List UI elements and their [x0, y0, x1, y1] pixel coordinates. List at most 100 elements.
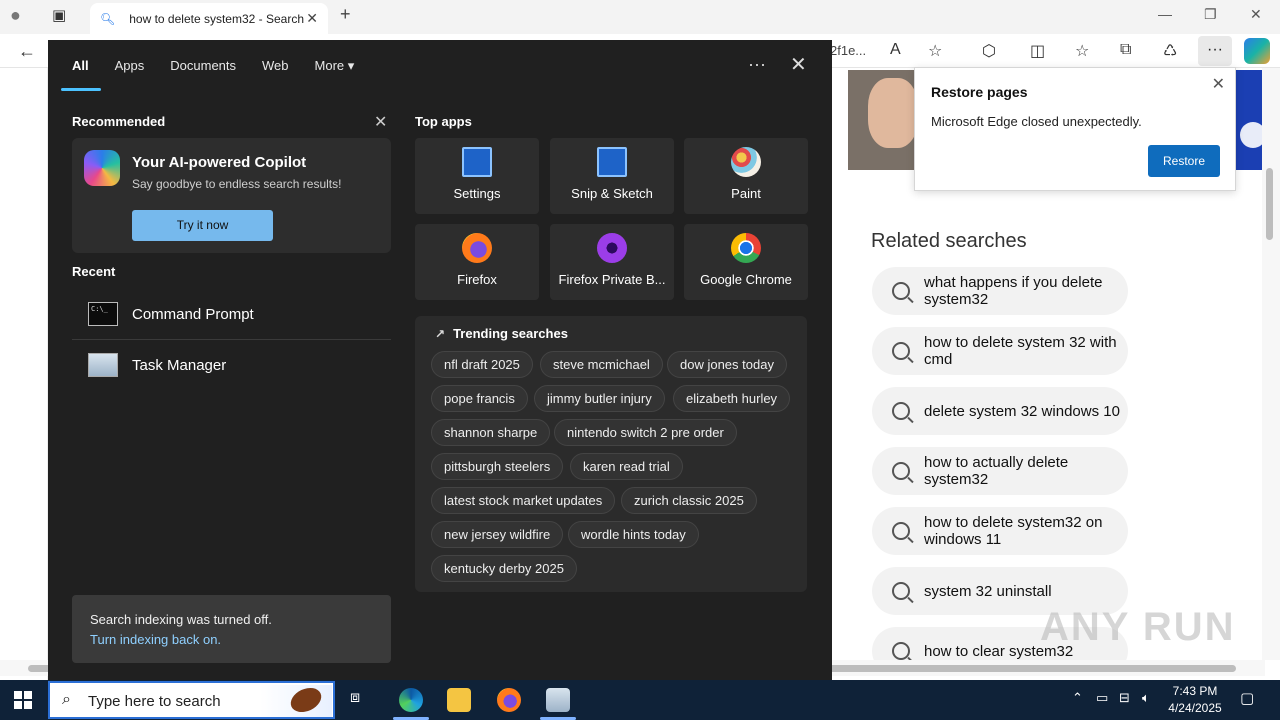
- minimize-icon[interactable]: —: [1158, 6, 1172, 22]
- trending-chip[interactable]: kentucky derby 2025: [431, 555, 577, 582]
- trending-chip[interactable]: nfl draft 2025: [431, 351, 533, 378]
- related-search-item[interactable]: how to delete system32 on windows 11: [872, 507, 1128, 555]
- copilot-title: Your AI-powered Copilot: [132, 154, 307, 171]
- close-window-icon[interactable]: ✕: [1250, 6, 1262, 23]
- device-icon[interactable]: ▭: [1096, 690, 1108, 706]
- related-search-item[interactable]: what happens if you delete system32: [872, 267, 1128, 315]
- search-icon: [892, 642, 910, 660]
- read-aloud-icon[interactable]: A: [890, 41, 901, 59]
- dismiss-recommended-icon[interactable]: ✕: [374, 112, 387, 132]
- collections-icon[interactable]: ⧉: [1120, 41, 1131, 59]
- firefox-icon: [462, 233, 492, 263]
- copilot-icon[interactable]: [1244, 38, 1270, 64]
- recent-item-task-manager[interactable]: Task Manager: [72, 341, 391, 389]
- app-tile-firefox-private[interactable]: Firefox Private B...: [550, 224, 674, 300]
- video-thumbnail[interactable]: [848, 70, 918, 170]
- task-manager-icon[interactable]: [546, 688, 570, 712]
- trending-chip[interactable]: latest stock market updates: [431, 487, 616, 514]
- copilot-logo-icon: [84, 150, 120, 186]
- taskbar-clock[interactable]: 7:43 PM 4/24/2025: [1162, 683, 1228, 717]
- divider: [72, 339, 391, 340]
- recent-label: Recent: [72, 264, 116, 279]
- trending-chip[interactable]: elizabeth hurley: [673, 385, 791, 412]
- app-tile-firefox[interactable]: Firefox: [415, 224, 539, 300]
- close-tab-icon[interactable]: ✕: [306, 10, 318, 27]
- turn-indexing-on-link[interactable]: Turn indexing back on.: [90, 632, 221, 647]
- video-thumbnail-2[interactable]: [1234, 70, 1266, 170]
- related-search-item[interactable]: how to delete system 32 with cmd: [872, 327, 1128, 375]
- recent-item-command-prompt[interactable]: Command Prompt: [72, 290, 391, 338]
- windows-taskbar: ⌕ Type here to search ⧈ ⌃ ▭ ⊟ 🔈︎ 7:43 PM…: [0, 680, 1280, 720]
- performance-icon[interactable]: ♺: [1163, 41, 1177, 61]
- trending-chip[interactable]: steve mcmichael: [540, 351, 663, 378]
- app-tile-snip-sketch[interactable]: Snip & Sketch: [550, 138, 674, 214]
- copilot-subtitle: Say goodbye to endless search results!: [132, 177, 342, 191]
- search-icon: ⌕: [62, 691, 71, 708]
- vertical-scrollbar[interactable]: [1262, 68, 1280, 660]
- trending-chip[interactable]: karen read trial: [570, 453, 683, 480]
- extensions-icon[interactable]: ⬡: [982, 41, 996, 61]
- trending-chip[interactable]: dow jones today: [667, 351, 787, 378]
- trending-chip[interactable]: zurich classic 2025: [621, 487, 757, 514]
- trending-chip[interactable]: pittsburgh steelers: [431, 453, 564, 480]
- network-icon[interactable]: ⊟: [1119, 690, 1130, 706]
- search-icon: 🔍︎: [100, 11, 116, 26]
- split-screen-icon[interactable]: ◫: [1030, 41, 1045, 61]
- profile-icon[interactable]: ●: [10, 5, 21, 26]
- clock-date: 4/24/2025: [1168, 701, 1222, 715]
- task-view-icon[interactable]: ⧈: [350, 689, 360, 707]
- related-search-item[interactable]: delete system 32 windows 10: [872, 387, 1128, 435]
- settings-more-icon[interactable]: ···: [1198, 36, 1232, 66]
- address-bar-fragment[interactable]: 2f1e...: [830, 43, 866, 58]
- browser-titlebar: ● ▣ 🔍︎ how to delete system32 - Search ✕…: [0, 0, 1280, 34]
- trending-chip[interactable]: pope francis: [431, 385, 528, 412]
- trending-chip[interactable]: new jersey wildfire: [431, 521, 564, 548]
- indexing-message: Search indexing was turned off.: [90, 612, 272, 627]
- chevron-up-icon[interactable]: ⌃: [1072, 690, 1083, 706]
- try-it-now-button[interactable]: Try it now: [132, 210, 273, 241]
- edge-icon[interactable]: [399, 688, 423, 712]
- file-explorer-icon[interactable]: [447, 688, 471, 712]
- tab-all[interactable]: All: [72, 58, 89, 74]
- close-icon[interactable]: ✕: [790, 52, 807, 77]
- volume-icon[interactable]: 🔈︎: [1142, 690, 1150, 706]
- related-search-item[interactable]: how to actually delete system32: [872, 447, 1128, 495]
- search-icon: [892, 402, 910, 420]
- restore-window-icon[interactable]: ❐: [1204, 6, 1217, 23]
- close-popup-icon[interactable]: ✕: [1212, 74, 1225, 94]
- tab-apps[interactable]: Apps: [115, 58, 145, 74]
- back-arrow-icon[interactable]: ←: [18, 41, 36, 62]
- favorites-icon[interactable]: ☆: [1075, 41, 1089, 61]
- tab-actions-icon[interactable]: ▣: [52, 6, 66, 24]
- app-tile-google-chrome[interactable]: Google Chrome: [684, 224, 808, 300]
- trending-chip[interactable]: jimmy butler injury: [534, 385, 665, 412]
- trending-chip[interactable]: wordle hints today: [568, 521, 699, 548]
- trending-chip[interactable]: shannon sharpe: [431, 419, 551, 446]
- search-icon: [892, 522, 910, 540]
- tab-web[interactable]: Web: [262, 58, 289, 74]
- notifications-icon[interactable]: ▢: [1240, 689, 1254, 707]
- search-icon: [892, 282, 910, 300]
- watermark: ANY RUN: [1040, 605, 1236, 649]
- restore-button[interactable]: Restore: [1148, 145, 1220, 177]
- firefox-private-icon: [597, 233, 627, 263]
- popup-title: Restore pages: [931, 84, 1028, 100]
- more-options-icon[interactable]: ···: [748, 54, 766, 75]
- firefox-icon[interactable]: [497, 688, 521, 712]
- search-icon: [892, 342, 910, 360]
- trending-header: ↗ Trending searches: [435, 326, 568, 341]
- new-tab-icon[interactable]: +: [340, 4, 351, 25]
- trending-searches-panel: ↗ Trending searches nfl draft 2025 steve …: [415, 316, 807, 592]
- browser-tab[interactable]: 🔍︎ how to delete system32 - Search ✕: [90, 3, 328, 34]
- start-windows-icon[interactable]: [14, 691, 32, 709]
- tab-more[interactable]: More ▾: [315, 58, 355, 74]
- taskbar-search-box[interactable]: ⌕ Type here to search: [48, 681, 335, 719]
- trending-chip[interactable]: nintendo switch 2 pre order: [554, 419, 737, 446]
- top-apps-label: Top apps: [415, 114, 472, 129]
- search-icon: [892, 462, 910, 480]
- chevron-down-icon: ▾: [347, 58, 355, 73]
- tab-documents[interactable]: Documents: [170, 58, 236, 74]
- app-tile-settings[interactable]: Settings: [415, 138, 539, 214]
- favorite-star-icon[interactable]: ☆: [928, 41, 942, 61]
- app-tile-paint[interactable]: Paint: [684, 138, 808, 214]
